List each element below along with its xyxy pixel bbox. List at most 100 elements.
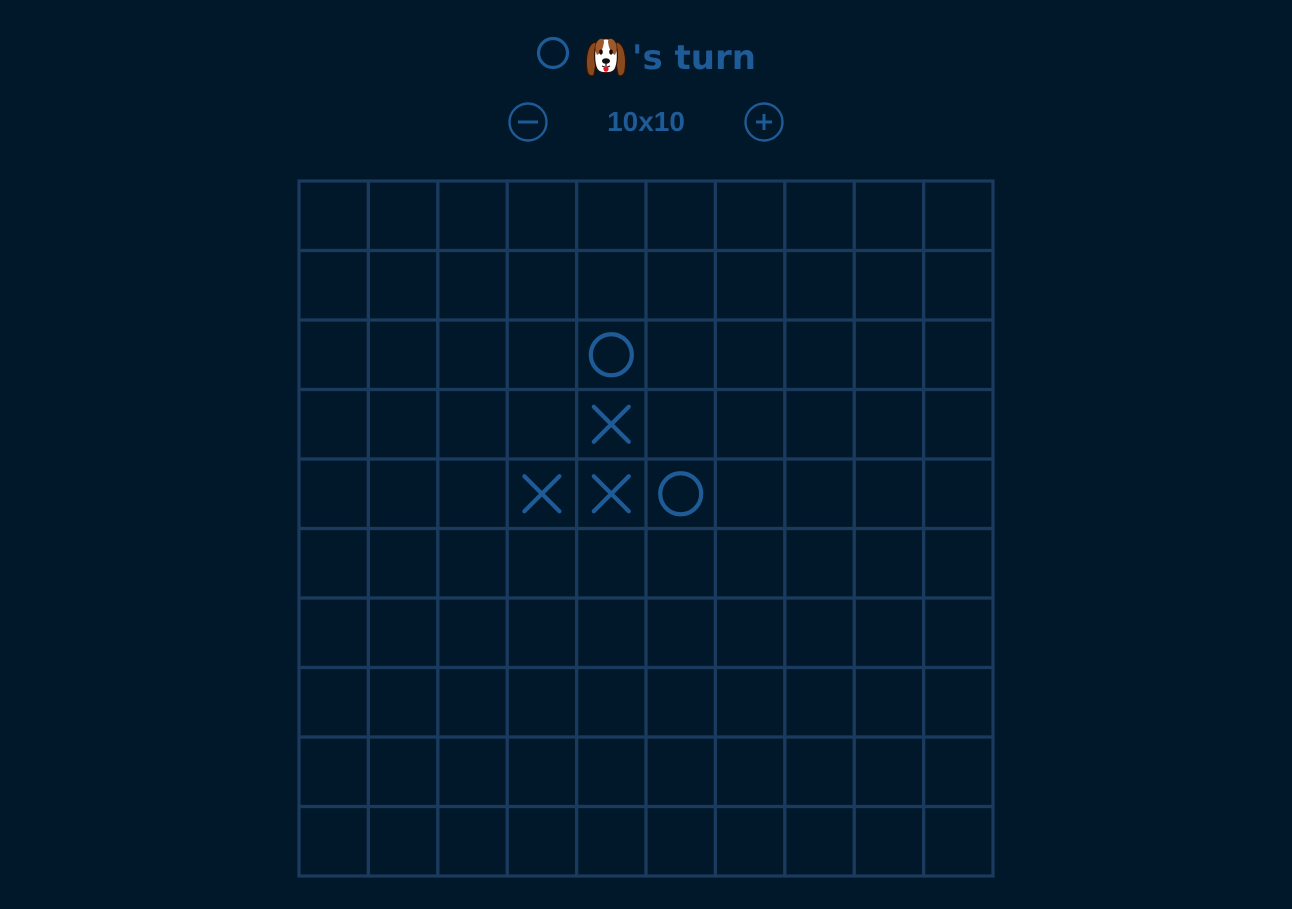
board-cell[interactable]: [852, 526, 926, 600]
board-cell[interactable]: [852, 804, 926, 878]
board-cell[interactable]: [297, 665, 371, 739]
board-cell[interactable]: [575, 318, 648, 392]
board-cell[interactable]: [921, 735, 995, 809]
board-cell[interactable]: [505, 596, 579, 670]
board-cell[interactable]: [852, 179, 926, 253]
board-cell[interactable]: [436, 179, 509, 253]
board-cell[interactable]: [783, 596, 856, 670]
board-cell[interactable]: [783, 248, 856, 322]
board-cell[interactable]: [575, 596, 648, 670]
board-cell[interactable]: [921, 526, 995, 600]
board-cell[interactable]: [783, 804, 856, 878]
board-cell[interactable]: [436, 457, 509, 531]
board-cell[interactable]: [366, 665, 440, 739]
board-cell[interactable]: [436, 804, 509, 878]
board-cell[interactable]: [505, 526, 579, 600]
board-cell[interactable]: [297, 387, 371, 461]
board-cell[interactable]: [852, 387, 926, 461]
board-cell[interactable]: [644, 248, 718, 322]
board-cell[interactable]: [852, 665, 926, 739]
board-cell[interactable]: [366, 735, 440, 809]
board-cell[interactable]: [436, 665, 509, 739]
board-cell[interactable]: [366, 248, 440, 322]
board-cell[interactable]: [575, 387, 648, 461]
board-cell[interactable]: [644, 318, 718, 392]
board-cell[interactable]: [921, 179, 995, 253]
board-cell[interactable]: [713, 248, 787, 322]
board-cell[interactable]: [713, 526, 787, 600]
board-cell[interactable]: [713, 318, 787, 392]
board-cell[interactable]: [713, 665, 787, 739]
board-cell[interactable]: [783, 387, 856, 461]
board-cell[interactable]: [436, 387, 509, 461]
board-cell[interactable]: [713, 596, 787, 670]
board-cell[interactable]: [436, 526, 509, 600]
board-cell[interactable]: [852, 596, 926, 670]
board-cell[interactable]: [575, 179, 648, 253]
board-cell[interactable]: [852, 248, 926, 322]
board-cell[interactable]: [713, 179, 787, 253]
board-cell[interactable]: [505, 735, 579, 809]
board-cell[interactable]: [366, 318, 440, 392]
board-cell[interactable]: [297, 318, 371, 392]
board-cell[interactable]: [575, 457, 648, 531]
board-cell[interactable]: [783, 318, 856, 392]
board-cell[interactable]: [297, 526, 371, 600]
board-cell[interactable]: [921, 457, 995, 531]
board-cell[interactable]: [505, 804, 579, 878]
board-cell[interactable]: [366, 179, 440, 253]
board-cell[interactable]: [297, 596, 371, 670]
board-cell[interactable]: [297, 457, 371, 531]
board-cell[interactable]: [644, 596, 718, 670]
board-cell[interactable]: [575, 665, 648, 739]
board-cell[interactable]: [366, 387, 440, 461]
board-cell[interactable]: [921, 804, 995, 878]
board-cell[interactable]: [783, 526, 856, 600]
board-cell[interactable]: [575, 526, 648, 600]
board-cell[interactable]: [366, 526, 440, 600]
board-cell[interactable]: [436, 735, 509, 809]
board-cell[interactable]: [297, 179, 371, 253]
board-cell[interactable]: [505, 387, 579, 461]
board-cell[interactable]: [505, 179, 579, 253]
board-cell[interactable]: [644, 457, 718, 531]
board-cell[interactable]: [783, 457, 856, 531]
board-cell[interactable]: [436, 318, 509, 392]
board-cell[interactable]: [713, 457, 787, 531]
board-cell[interactable]: [644, 387, 718, 461]
board-cell[interactable]: [921, 665, 995, 739]
board-cell[interactable]: [783, 665, 856, 739]
board-cell[interactable]: [852, 457, 926, 531]
board-cell[interactable]: [921, 596, 995, 670]
increase-size-button[interactable]: [743, 101, 785, 143]
board-cell[interactable]: [575, 735, 648, 809]
board-cell[interactable]: [921, 387, 995, 461]
board-cell[interactable]: [505, 457, 579, 531]
board-cell[interactable]: [436, 248, 509, 322]
board-cell[interactable]: [505, 248, 579, 322]
board-cell[interactable]: [852, 735, 926, 809]
board-cell[interactable]: [297, 735, 371, 809]
board-cell[interactable]: [644, 804, 718, 878]
board-cell[interactable]: [713, 804, 787, 878]
board-cell[interactable]: [713, 735, 787, 809]
board-cell[interactable]: [366, 596, 440, 670]
board-cell[interactable]: [713, 387, 787, 461]
board-cell[interactable]: [297, 804, 371, 878]
board-cell[interactable]: [644, 526, 718, 600]
board-cell[interactable]: [921, 318, 995, 392]
board-cell[interactable]: [852, 318, 926, 392]
board-cell[interactable]: [505, 665, 579, 739]
board-cell[interactable]: [921, 248, 995, 322]
board-cell[interactable]: [644, 665, 718, 739]
board-cell[interactable]: [366, 457, 440, 531]
board-cell[interactable]: [575, 248, 648, 322]
decrease-size-button[interactable]: [507, 101, 549, 143]
board-cell[interactable]: [783, 735, 856, 809]
board-cell[interactable]: [505, 318, 579, 392]
board-cell[interactable]: [644, 179, 718, 253]
board-cell[interactable]: [783, 179, 856, 253]
board-cell[interactable]: [297, 248, 371, 322]
board-cell[interactable]: [644, 735, 718, 809]
board-cell[interactable]: [575, 804, 648, 878]
